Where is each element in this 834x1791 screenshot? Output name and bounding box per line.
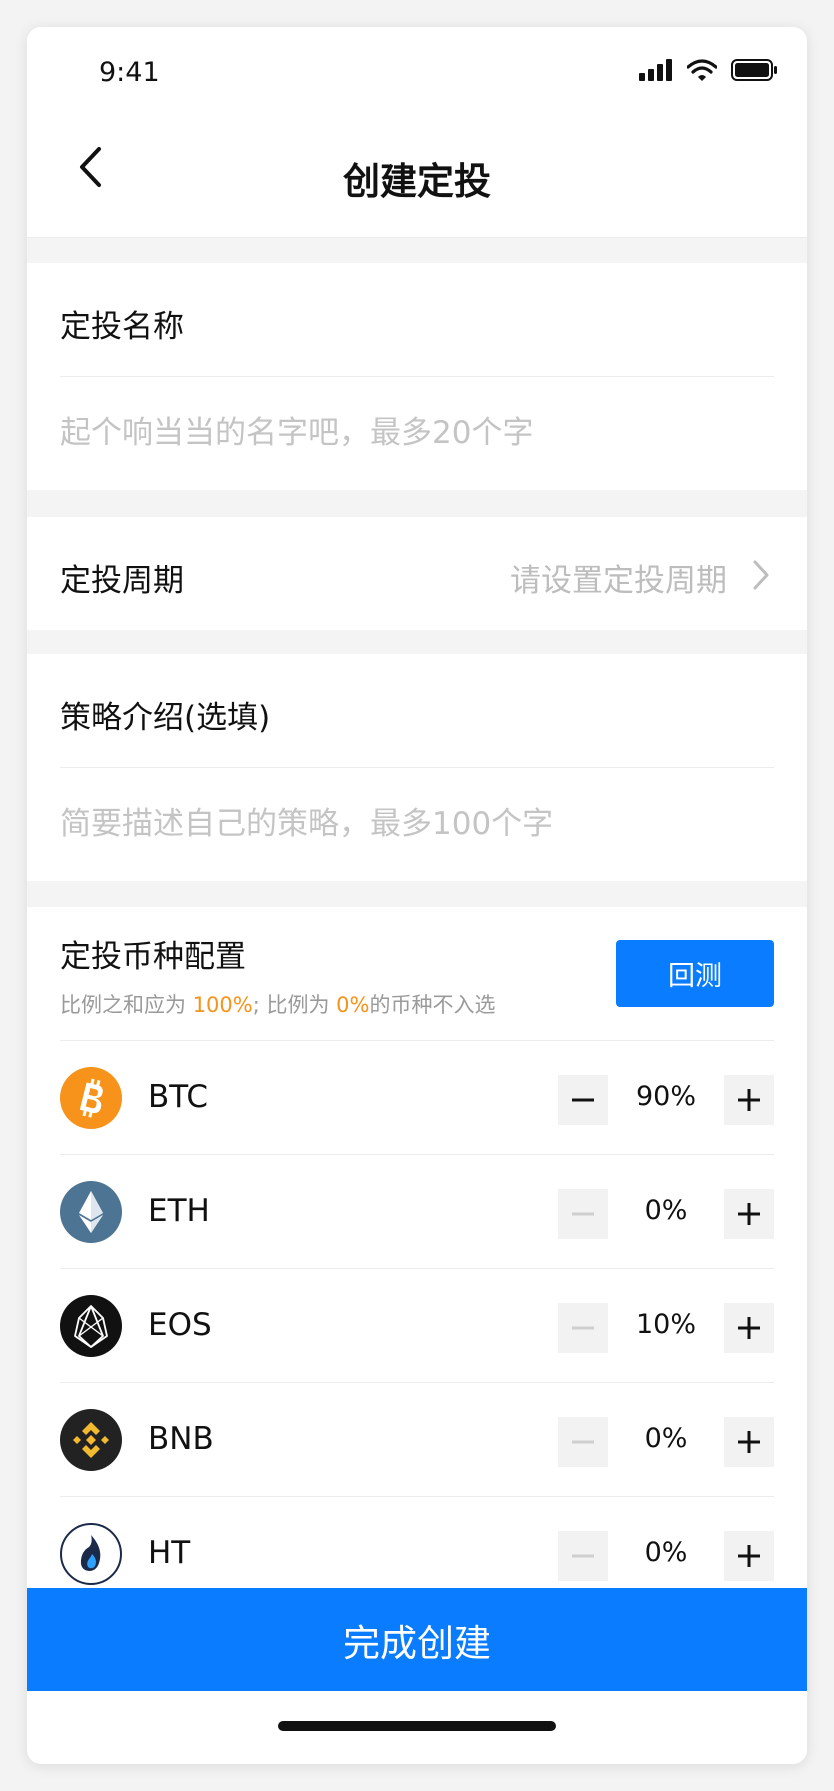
backtest-button[interactable]: 回测 — [616, 940, 774, 1007]
coin-percent: 90% — [635, 1081, 696, 1112]
coin-row-bnb: BNB 0% — [60, 1382, 774, 1497]
minus-icon — [572, 1440, 594, 1444]
plus-icon — [738, 1203, 760, 1225]
plus-icon — [738, 1089, 760, 1111]
cellular-signal-icon — [639, 59, 672, 81]
coin-symbol: EOS — [148, 1307, 212, 1343]
coin-symbol: BTC — [148, 1079, 209, 1115]
status-time: 9:41 — [99, 57, 160, 88]
plus-icon — [738, 1545, 760, 1567]
home-indicator[interactable] — [278, 1721, 556, 1731]
subtitle-text: ; 比例为 — [252, 993, 337, 1017]
page-title: 创建定投 — [343, 160, 491, 203]
complete-create-button[interactable]: 完成创建 — [27, 1588, 807, 1691]
coin-symbol: ETH — [148, 1193, 210, 1229]
period-section[interactable]: 定投周期 请设置定投周期 — [27, 517, 807, 630]
allocation-section: 定投币种配置 比例之和应为 100%; 比例为 0%的币种不入选 回测 BTC — [27, 907, 807, 1588]
increase-button[interactable] — [724, 1531, 774, 1581]
coin-percent: 0% — [644, 1423, 688, 1454]
battery-icon — [731, 59, 777, 81]
decrease-button[interactable] — [558, 1531, 608, 1581]
decrease-button[interactable] — [558, 1303, 608, 1353]
navigation-bar: 创建定投 — [27, 107, 807, 238]
decrease-button[interactable] — [558, 1189, 608, 1239]
coin-row-eth: ETH 0% — [60, 1154, 774, 1269]
decrease-button[interactable] — [558, 1075, 608, 1125]
eos-icon — [60, 1295, 122, 1357]
divider — [60, 767, 774, 768]
intro-section: 策略介绍(选填) — [27, 654, 807, 881]
subtitle-text: 比例之和应为 — [60, 993, 193, 1017]
name-input[interactable] — [60, 413, 774, 453]
increase-button[interactable] — [724, 1189, 774, 1239]
ethereum-icon — [60, 1181, 122, 1243]
minus-icon — [572, 1212, 594, 1216]
coin-symbol: BNB — [148, 1421, 214, 1457]
period-value[interactable]: 请设置定投周期 — [510, 555, 727, 600]
coin-symbol: HT — [148, 1535, 191, 1571]
allocation-title: 定投币种配置 — [60, 939, 246, 975]
increase-button[interactable] — [724, 1303, 774, 1353]
coin-row-eos: EOS 10% — [60, 1268, 774, 1383]
coin-percent: 10% — [635, 1309, 696, 1340]
subtitle-highlight-zero: 0% — [336, 993, 370, 1017]
minus-icon — [572, 1098, 594, 1102]
wifi-icon — [687, 59, 717, 81]
coin-percent: 0% — [644, 1195, 688, 1226]
divider — [60, 376, 774, 377]
phone-screen: 9:41 创建定投 定投名称 起个响当当的名字吧，最多20个字 定投周期 请设置… — [27, 27, 807, 1764]
plus-icon — [738, 1317, 760, 1339]
decrease-button[interactable] — [558, 1417, 608, 1467]
subtitle-text: 的币种不入选 — [369, 993, 496, 1017]
increase-button[interactable] — [724, 1417, 774, 1467]
minus-icon — [572, 1326, 594, 1330]
plus-icon — [738, 1431, 760, 1453]
name-label: 定投名称 — [60, 309, 184, 345]
allocation-subtitle: 比例之和应为 100%; 比例为 0%的币种不入选 — [60, 989, 496, 1019]
chevron-right-icon — [753, 560, 769, 590]
name-section: 定投名称 — [27, 263, 807, 490]
coin-row-btc: BTC 90% — [60, 1040, 774, 1155]
huobi-token-icon — [60, 1523, 122, 1585]
period-label: 定投周期 — [60, 563, 184, 599]
bitcoin-icon — [60, 1067, 122, 1129]
increase-button[interactable] — [724, 1075, 774, 1125]
binance-icon — [60, 1409, 122, 1471]
minus-icon — [572, 1554, 594, 1558]
coin-percent: 0% — [644, 1537, 688, 1568]
subtitle-highlight-total: 100% — [192, 993, 253, 1017]
status-bar: 9:41 — [27, 27, 807, 107]
intro-label: 策略介绍(选填) — [60, 700, 271, 736]
intro-input[interactable] — [60, 804, 774, 844]
home-indicator-area — [27, 1691, 807, 1764]
